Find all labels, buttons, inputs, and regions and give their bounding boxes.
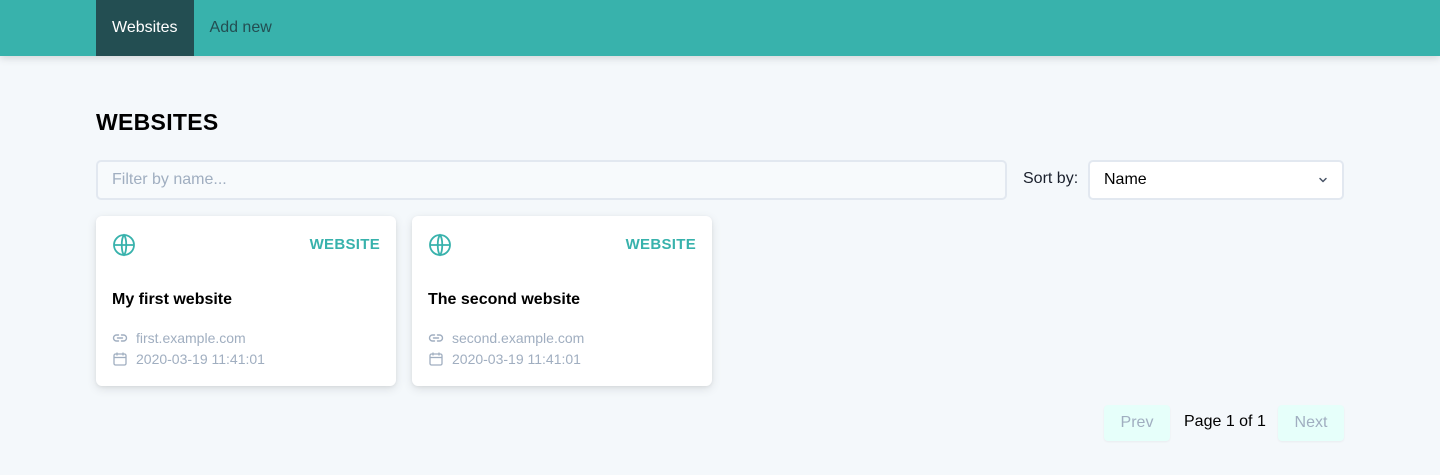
page-title: WEBSITES (96, 109, 219, 135)
main-nav: Websites Add new (96, 0, 288, 56)
globe-icon (429, 233, 451, 257)
top-navbar: Websites Add new (0, 0, 1440, 56)
card-type-label: WEBSITE (309, 236, 380, 253)
card-title: The second website (428, 291, 581, 308)
card-date: 2020-03-19 11:41:01 (428, 351, 581, 367)
card-date-text: 2020-03-19 11:41:01 (452, 351, 581, 367)
calendar-icon (429, 352, 443, 366)
nav-item-add-new[interactable]: Add new (194, 0, 288, 56)
next-page-button[interactable]: Next (1278, 405, 1344, 441)
card-url-text: first.example.com (136, 330, 246, 346)
card-date-text: 2020-03-19 11:41:01 (136, 351, 265, 367)
card-url: first.example.com (112, 330, 246, 346)
prev-page-button[interactable]: Prev (1104, 405, 1170, 441)
card-url: second.example.com (428, 330, 584, 346)
chevron-down-icon (1319, 177, 1327, 183)
card-date: 2020-03-19 11:41:01 (112, 351, 265, 367)
filter-by-name-input[interactable] (96, 160, 1007, 200)
link-icon (428, 334, 444, 342)
sort-by-label: Sort by: (1023, 170, 1079, 187)
page-indicator: Page 1 of 1 (1184, 413, 1266, 430)
card-type-label: WEBSITE (625, 236, 696, 253)
sort-by-select[interactable]: Name (1088, 160, 1344, 200)
website-card[interactable]: WEBSITE My first website first.example.c… (96, 216, 396, 386)
link-icon (112, 334, 128, 342)
globe-icon (113, 233, 135, 257)
sort-selected-value: Name (1104, 171, 1147, 188)
nav-item-websites[interactable]: Websites (96, 0, 194, 56)
calendar-icon (113, 352, 127, 366)
card-title: My first website (112, 291, 233, 308)
website-card[interactable]: WEBSITE The second website second.exampl… (412, 216, 712, 386)
card-url-text: second.example.com (452, 330, 585, 346)
